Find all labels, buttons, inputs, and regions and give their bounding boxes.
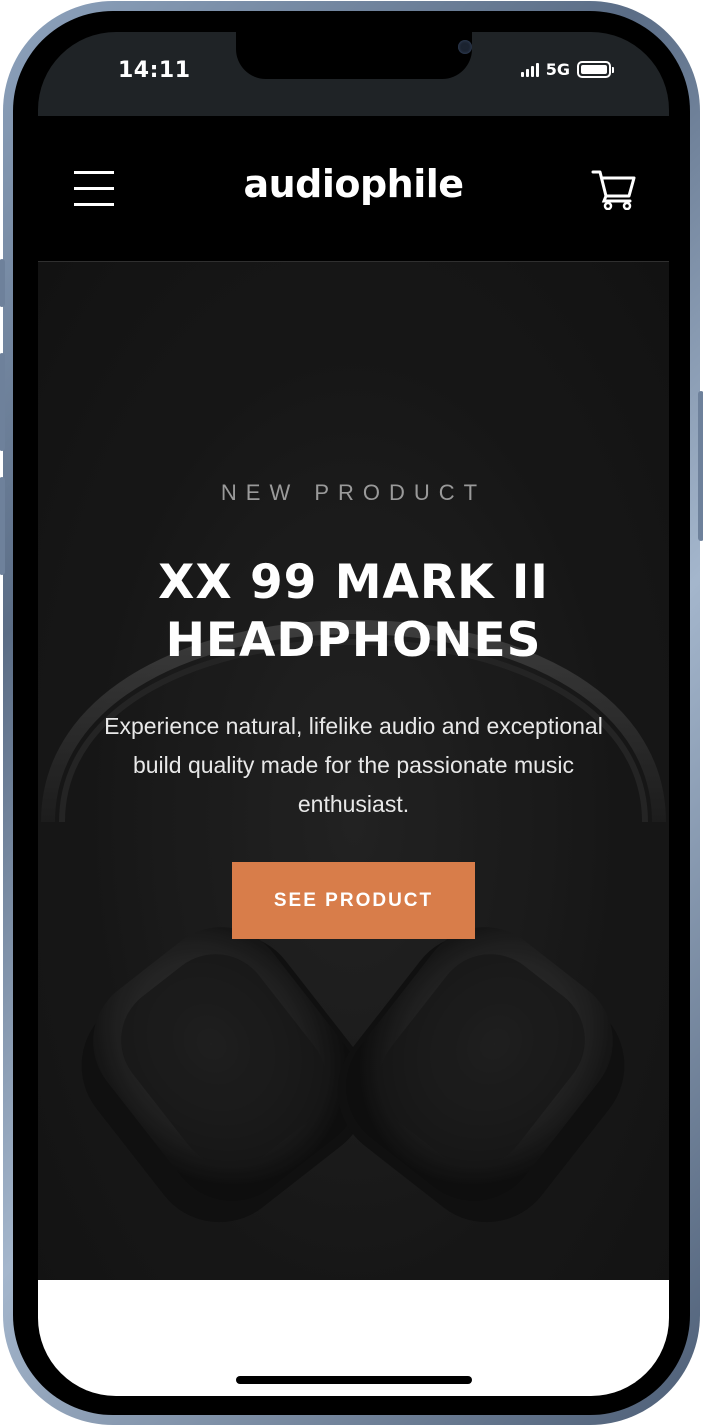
battery-icon bbox=[577, 61, 614, 78]
power-button bbox=[698, 391, 703, 541]
home-indicator[interactable] bbox=[236, 1376, 472, 1384]
see-product-button[interactable]: SEE PRODUCT bbox=[232, 862, 475, 939]
phone-screen: 14:11 5G audiophile NEW PRODUCT XX 99 MA… bbox=[38, 32, 669, 1396]
status-time: 14:11 bbox=[118, 58, 191, 83]
volume-up-button bbox=[0, 353, 5, 451]
front-camera-icon bbox=[458, 40, 472, 54]
mute-switch bbox=[0, 259, 5, 307]
network-label: 5G bbox=[545, 60, 570, 79]
hero-description: Experience natural, lifelike audio and e… bbox=[104, 713, 603, 817]
volume-down-button bbox=[0, 477, 5, 575]
hero-section: NEW PRODUCT XX 99 MARK II HEADPHONES Exp… bbox=[38, 262, 669, 1280]
brand-logo[interactable]: audiophile bbox=[38, 162, 669, 206]
notch bbox=[236, 32, 472, 79]
status-indicators: 5G bbox=[520, 60, 614, 79]
hero-title: XX 99 MARK II HEADPHONES bbox=[158, 555, 549, 668]
cellular-signal-icon bbox=[520, 62, 539, 77]
app-header: audiophile bbox=[38, 116, 669, 262]
hero-eyebrow: NEW PRODUCT bbox=[220, 480, 487, 505]
status-bar: 14:11 5G bbox=[38, 32, 669, 116]
shopping-cart-icon[interactable] bbox=[591, 168, 637, 210]
